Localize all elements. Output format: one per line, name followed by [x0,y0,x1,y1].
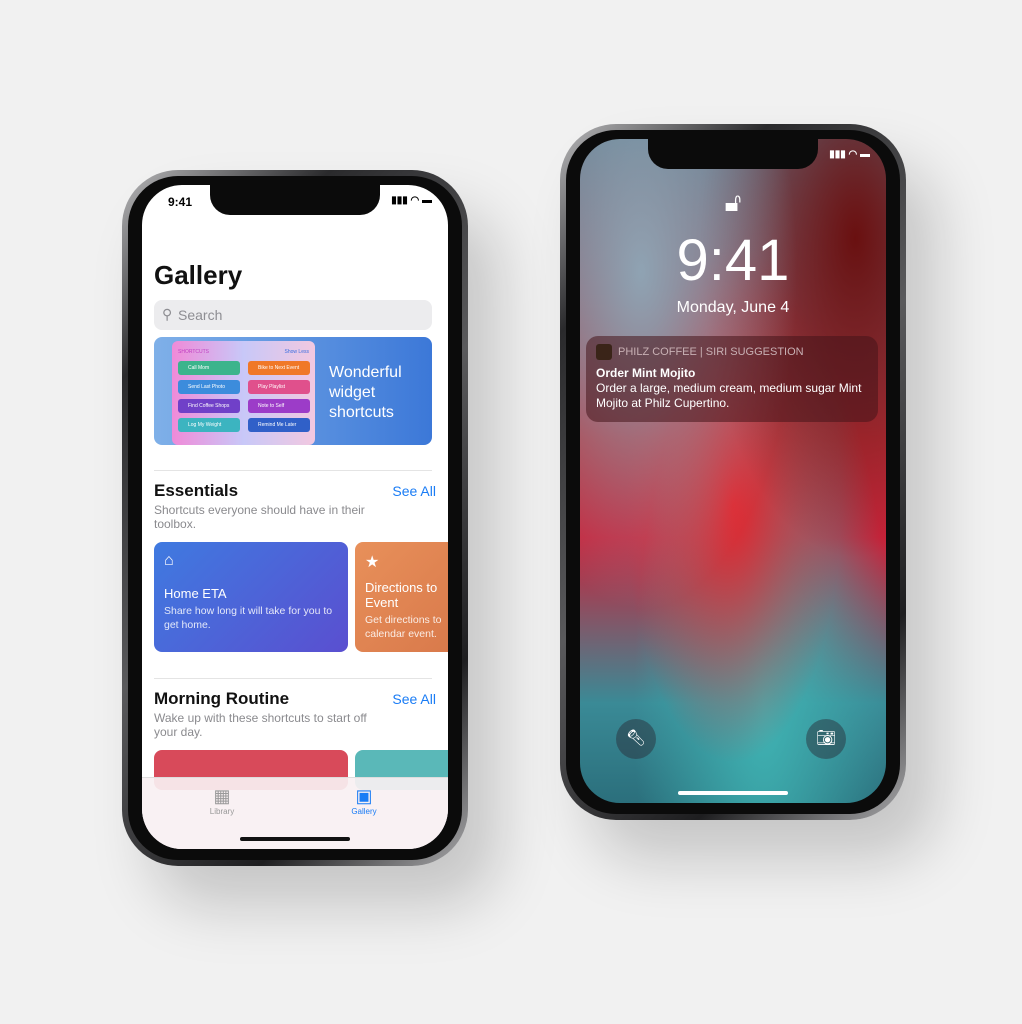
grid-icon: ▦ [213,786,231,806]
status-icons: ▮▮▮ ◠ ▬ [829,149,870,160]
notification-body: Order a large, medium cream, medium suga… [596,381,862,410]
house-icon: ⌂ [164,552,174,569]
right-phone: ▮▮▮ ◠ ▬ 🔓︎ 9:41 Monday, June 4 PHILZ COF… [560,124,906,820]
tab-bar: ▦ Library ▣ Gallery [142,777,448,849]
search-placeholder: Search [178,307,223,323]
banner-title: Wonderful widget shortcuts [329,364,402,421]
tab-label: Gallery [351,807,377,816]
widget-chip: Send Last Photo [178,380,240,394]
card-home-eta[interactable]: ⌂ Home ETA Share how long it will take f… [154,542,348,652]
section-title-essentials: Essentials [154,481,239,500]
widget-chip: Bike to Next Event [248,361,310,375]
card-title: Directions to Event [365,580,438,610]
page-title: Gallery [154,260,243,290]
tab-gallery[interactable]: ▣ Gallery [324,786,404,816]
card-desc: Get directions to calendar event. [365,614,442,640]
search-icon: ⚲ [162,306,173,322]
notification-title: Order Mint Mojito [596,366,696,380]
unlock-icon: 🔓︎ [724,187,742,217]
star-icon: ★ [365,554,380,571]
notification[interactable]: PHILZ COFFEE | SIRI SUGGESTION Order Min… [586,336,878,422]
see-all-essentials[interactable]: See All [392,483,436,499]
lock-time: 9:41 [676,228,790,293]
left-phone: 9:41 ▮▮▮ ◠ ▬ Gallery ⚲ Search SHORTCUTS S… [122,170,468,866]
lock-date: Monday, June 4 [676,299,790,316]
shortcuts-gallery-screen: 9:41 ▮▮▮ ◠ ▬ Gallery ⚲ Search SHORTCUTS S… [142,185,448,849]
widget-header: SHORTCUTS [178,349,210,355]
section-subtitle: Wake up with these shortcuts to start of… [154,711,367,739]
home-indicator [678,791,788,795]
featured-banner[interactable]: SHORTCUTS Show Less Call Mom Bike to Next… [154,337,432,445]
widget-chip: Note to Self [248,399,310,413]
widget-preview: SHORTCUTS Show Less Call Mom Bike to Next… [172,341,315,445]
card-title: Home ETA [164,586,227,601]
section-title-morning: Morning Routine [154,689,290,708]
widget-chip: Find Coffee Shops [178,399,240,413]
camera-icon[interactable]: 📷︎ [806,719,846,759]
notch [210,185,380,215]
gallery-icon: ▣ [355,786,373,806]
see-all-morning[interactable]: See All [392,691,436,707]
status-time: 9:41 [168,195,193,209]
notification-app: PHILZ COFFEE | SIRI SUGGESTION [618,346,804,358]
notch [648,139,818,169]
widget-chip: Log My Weight [178,418,240,432]
section-subtitle: Shortcuts everyone should have in their … [154,503,365,531]
widget-chip: Play Playlist [248,380,310,394]
card-desc: Share how long it will take for you to g… [164,605,333,631]
widget-chip: Remind Me Later [248,418,310,432]
app-icon [596,344,612,360]
home-indicator [240,837,350,841]
widget-toggle: Show Less [284,349,309,355]
widget-chip: Call Mom [178,361,240,375]
lock-screen: ▮▮▮ ◠ ▬ 🔓︎ 9:41 Monday, June 4 PHILZ COF… [580,139,886,803]
card-directions[interactable]: ★ Directions to Event Get directions to … [355,542,448,652]
status-icons: ▮▮▮ ◠ ▬ [391,195,432,206]
flashlight-icon[interactable]: 🔦︎ [616,719,656,759]
tab-library[interactable]: ▦ Library [182,786,262,816]
search-input[interactable]: ⚲ Search [154,300,432,330]
tab-label: Library [209,807,235,816]
